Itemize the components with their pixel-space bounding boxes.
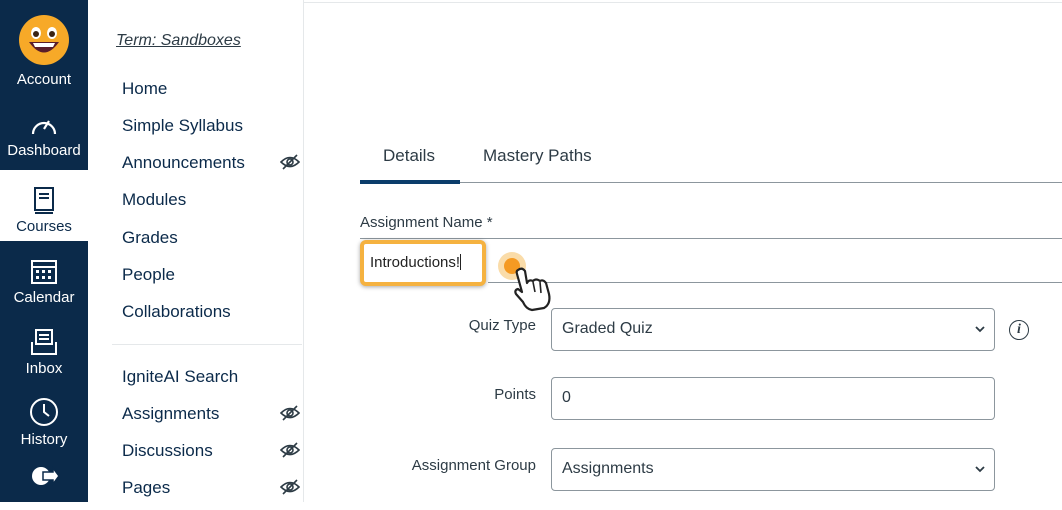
book-icon xyxy=(34,187,54,214)
quiz-type-select[interactable]: Graded Quiz xyxy=(551,308,995,351)
tabs-divider xyxy=(360,182,1062,183)
text-caret xyxy=(460,254,462,270)
hidden-eye-icon xyxy=(280,405,300,421)
course-nav-home[interactable]: Home xyxy=(122,79,167,99)
term-link[interactable]: Term: Sandboxes xyxy=(116,32,241,50)
global-nav-dashboard[interactable]: Dashboard xyxy=(0,94,88,165)
global-nav-calendar[interactable]: Calendar xyxy=(0,241,88,312)
course-nav-simple-syllabus[interactable]: Simple Syllabus xyxy=(122,116,243,136)
course-nav-announcements[interactable]: Announcements xyxy=(122,153,245,173)
global-nav-inbox[interactable]: Inbox xyxy=(0,312,88,383)
global-nav-calendar-label: Calendar xyxy=(13,289,75,306)
assignment-name-label: Assignment Name * xyxy=(360,214,493,231)
assignment-name-border-top xyxy=(360,238,1062,239)
tab-mastery-paths[interactable]: Mastery Paths xyxy=(483,146,592,166)
global-nav-dashboard-label: Dashboard xyxy=(7,142,81,159)
global-nav-history[interactable]: History xyxy=(0,383,88,454)
global-nav-account[interactable]: Account xyxy=(0,0,88,94)
active-tab-indicator xyxy=(360,180,460,184)
course-nav-discussions[interactable]: Discussions xyxy=(122,441,213,461)
inbox-icon xyxy=(31,329,57,355)
course-nav-igniteai-search[interactable]: IgniteAI Search xyxy=(122,367,238,387)
global-nav-inbox-label: Inbox xyxy=(25,360,63,377)
global-nav: Account Dashboard Courses Calendar Inbox… xyxy=(0,0,88,502)
assignment-name-value: Introductions! xyxy=(370,254,461,271)
calendar-icon xyxy=(31,260,57,284)
avatar-emoji-icon xyxy=(19,15,69,65)
hidden-eye-icon xyxy=(280,442,300,458)
chevron-down-icon xyxy=(975,466,985,473)
global-nav-courses[interactable]: Courses xyxy=(0,170,88,241)
points-input[interactable]: 0 xyxy=(551,377,995,420)
tab-details[interactable]: Details xyxy=(383,146,435,166)
course-nav-divider xyxy=(112,344,302,345)
assignment-group-value: Assignments xyxy=(562,460,654,477)
course-nav-grades[interactable]: Grades xyxy=(122,228,178,248)
points-value: 0 xyxy=(562,389,571,406)
global-nav-courses-label: Courses xyxy=(16,218,72,235)
assignment-group-label: Assignment Group xyxy=(411,457,536,474)
hand-pointer-cursor-icon xyxy=(498,252,551,312)
points-label: Points xyxy=(494,386,536,403)
assignment-group-select[interactable]: Assignments xyxy=(551,448,995,491)
course-nav: Term: Sandboxes Home Simple Syllabus Ann… xyxy=(88,0,304,502)
chevron-down-icon xyxy=(975,326,985,333)
course-nav-modules[interactable]: Modules xyxy=(122,190,186,210)
clock-icon xyxy=(30,398,58,426)
course-nav-people[interactable]: People xyxy=(122,265,175,285)
global-nav-history-label: History xyxy=(20,431,68,448)
course-nav-collaborations[interactable]: Collaborations xyxy=(122,302,231,322)
global-nav-account-label: Account xyxy=(16,71,72,88)
course-nav-assignments[interactable]: Assignments xyxy=(122,404,219,424)
assignment-name-input[interactable]: Introductions! xyxy=(360,240,486,286)
hidden-eye-icon xyxy=(280,479,300,495)
course-nav-pages[interactable]: Pages xyxy=(122,478,170,498)
commons-icon xyxy=(32,465,59,487)
info-icon[interactable]: i xyxy=(1009,320,1029,340)
dashboard-icon xyxy=(31,120,57,135)
hidden-eye-icon xyxy=(280,154,300,170)
header-divider xyxy=(304,2,1062,3)
assignment-name-border-bottom xyxy=(488,282,1062,283)
quiz-type-value: Graded Quiz xyxy=(562,320,653,337)
